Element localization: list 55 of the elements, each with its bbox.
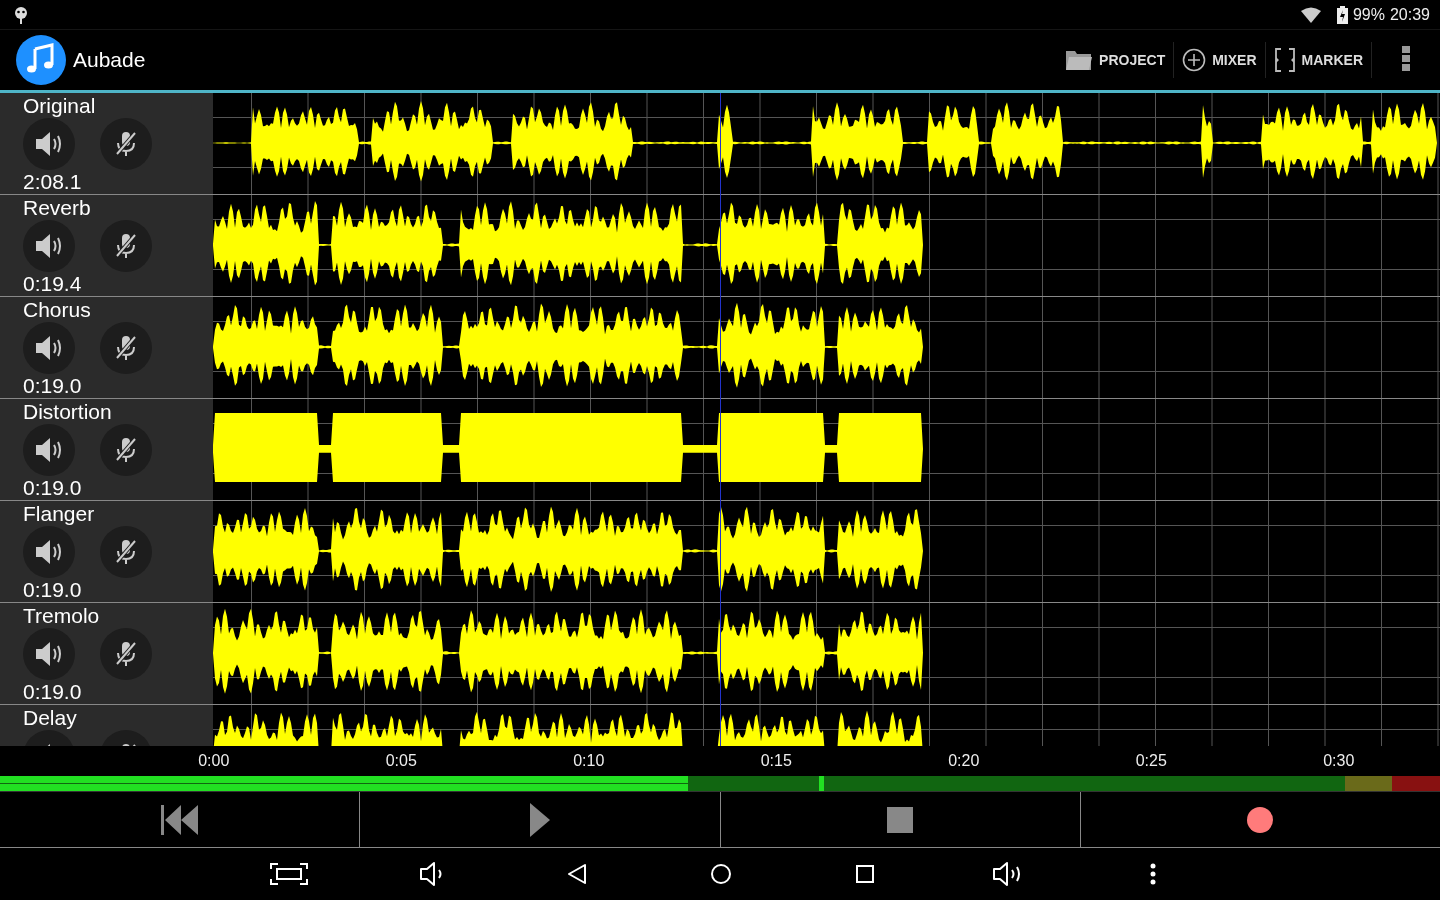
track-duration: 2:08.1 [23,170,83,194]
time-label: 0:00 [197,752,231,770]
toolbar-button[interactable]: MIXER [1174,40,1265,80]
battery-percent: 99% [1352,5,1385,24]
track-name: Tremolo [23,604,101,628]
android-debug-icon [14,5,28,24]
time-label: 0:30 [1322,752,1356,770]
skip-back-icon [160,804,199,835]
speaker-icon [34,539,64,565]
plus-circle-icon [1182,48,1207,72]
recents-icon [855,864,875,884]
toolbar-button[interactable]: MARKER [1265,40,1371,80]
play-icon [529,802,550,837]
track-duration: 0:19.0 [23,476,83,500]
time-label: 0:10 [572,752,606,770]
speaker-icon [34,131,64,157]
speaker-icon [34,335,64,361]
home-icon [710,863,732,885]
track-name: Distortion [23,400,113,424]
mic-off-icon [114,232,138,260]
track-name: Delay [23,706,78,730]
record-icon [1246,805,1275,834]
time-label: 0:05 [384,752,418,770]
track-duration: 0:19.4 [23,272,83,296]
track-name: Reverb [23,196,92,220]
back-icon [567,863,587,885]
more-vert-icon [1150,863,1156,885]
track-duration: 0:19.0 [23,578,83,602]
stop-icon [887,806,914,833]
time-label: 0:25 [1134,752,1168,770]
track-duration: 0:19.0 [23,374,83,398]
time-label: 0:20 [947,752,981,770]
mic-off-icon [114,640,138,668]
battery-charging-icon [1336,5,1348,24]
wifi-icon [1299,6,1322,23]
mic-off-icon [114,334,138,362]
folder-icon [1065,49,1094,71]
track-duration: 0:19.0 [23,680,83,704]
music-note-icon [16,35,66,85]
clock: 20:39 [1389,5,1430,24]
marker-bracket-icon [1273,47,1296,73]
speaker-icon [34,641,64,667]
toolbar-button[interactable]: PROJECT [1057,40,1174,80]
mic-off-icon [114,436,138,464]
time-label: 0:15 [759,752,793,770]
track-name: Chorus [23,298,92,322]
screen-frame-icon [270,863,308,885]
mic-off-icon [114,130,138,158]
app-title: Aubade [73,48,146,72]
mic-off-icon [114,538,138,566]
speaker-icon [34,437,64,463]
track-name: Original [23,94,97,118]
speaker-icon [34,233,64,259]
track-name: Flanger [23,502,96,526]
more-vert-icon [1402,45,1410,72]
